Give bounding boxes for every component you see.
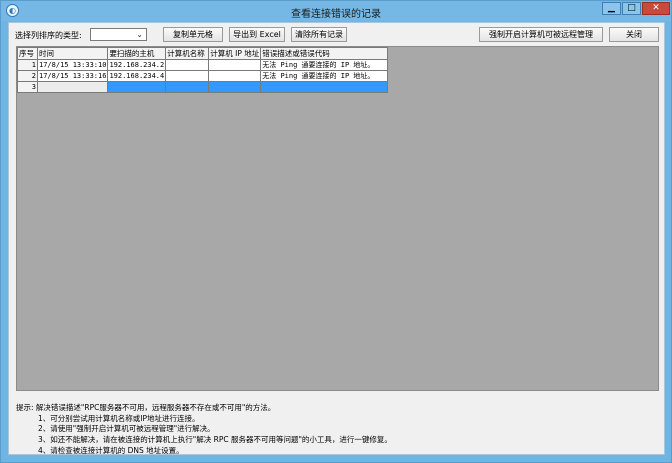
table-cell[interactable]: 17/8/15 13:33:10 <box>36 59 109 71</box>
table-header-row: 序号 时间 要扫描的主机 计算机名称 计算机 IP 地址 错误描述或错误代码 <box>17 47 389 60</box>
tip-item: 1、可分别尝试用计算机名称或IP地址进行连接。 <box>38 413 200 423</box>
chevron-down-icon: ⌄ <box>136 30 143 39</box>
table-row[interactable]: 1 17/8/15 13:33:10 192.168.234.2 无法 Ping… <box>17 59 389 71</box>
table-cell[interactable] <box>208 59 262 71</box>
table-cell[interactable] <box>36 81 109 93</box>
app-window: ◐ 查看连接错误的记录 ▁ □ ✕ 选择列排序的类型: ⌄ 复制单元格 导出到 … <box>0 0 672 463</box>
clear-all-button[interactable]: 清除所有记录 <box>291 27 347 42</box>
table-cell[interactable]: 192.168.234.2 <box>107 59 167 71</box>
tips-header: 提示: 解决错误描述"RPC服务器不可用，远程服务器不存在或不可用"的方法。 <box>16 403 276 412</box>
copy-cells-button[interactable]: 复制单元格 <box>163 27 223 42</box>
force-remote-button[interactable]: 强制开启计算机可被远程管理 <box>479 27 603 42</box>
table-cell[interactable]: 17/8/15 13:33:16 <box>36 70 109 82</box>
table-cell[interactable] <box>208 81 262 93</box>
table-cell[interactable] <box>165 59 210 71</box>
row-index[interactable]: 3 <box>17 81 38 93</box>
table-row[interactable]: 2 17/8/15 13:33:16 192.168.234.4 无法 Ping… <box>17 70 389 82</box>
table-cell[interactable] <box>208 70 262 82</box>
table-cell[interactable]: 192.168.234.4 <box>107 70 167 82</box>
row-index[interactable]: 1 <box>17 59 38 71</box>
row-index[interactable]: 2 <box>17 70 38 82</box>
table-cell[interactable] <box>165 70 210 82</box>
column-header[interactable]: 计算机 IP 地址 <box>208 47 262 60</box>
table-row-selected[interactable]: 3 <box>17 81 389 93</box>
column-header[interactable]: 计算机名称 <box>165 47 210 60</box>
column-header[interactable]: 时间 <box>36 47 109 60</box>
sort-type-select[interactable]: ⌄ <box>90 28 147 41</box>
close-button[interactable]: 关闭 <box>609 27 659 42</box>
column-header[interactable]: 要扫描的主机 <box>107 47 167 60</box>
table-cell[interactable]: 无法 Ping 通要连接的 IP 地址。 <box>260 70 389 82</box>
error-grid[interactable]: 序号 时间 要扫描的主机 计算机名称 计算机 IP 地址 错误描述或错误代码 1… <box>16 46 659 391</box>
column-header[interactable]: 序号 <box>17 47 38 60</box>
table-cell[interactable] <box>260 81 389 93</box>
close-window-icon[interactable]: ✕ <box>642 2 670 15</box>
window-title: 查看连接错误的记录 <box>291 9 381 20</box>
tip-item: 2、请使用"强制开启计算机可被远程管理"进行解决。 <box>38 424 215 434</box>
tip-item: 3、如还不能解决，请在被连接的计算机上执行"解决 RPC 服务器不可用等问题"的… <box>38 435 392 445</box>
minimize-icon[interactable]: ▁ <box>602 2 621 15</box>
maximize-icon[interactable]: □ <box>622 2 641 15</box>
export-excel-button[interactable]: 导出到 Excel <box>229 27 285 42</box>
tips-panel: 提示: 解决错误描述"RPC服务器不可用，远程服务器不存在或不可用"的方法。 1… <box>16 403 392 457</box>
table-cell[interactable] <box>165 81 210 93</box>
sort-label: 选择列排序的类型: <box>15 31 82 40</box>
table-cell[interactable]: 无法 Ping 通要连接的 IP 地址。 <box>260 59 389 71</box>
title-bar[interactable]: ◐ 查看连接错误的记录 ▁ □ ✕ <box>1 1 671 21</box>
client-area: 选择列排序的类型: ⌄ 复制单元格 导出到 Excel 清除所有记录 强制开启计… <box>8 22 665 455</box>
error-table: 序号 时间 要扫描的主机 计算机名称 计算机 IP 地址 错误描述或错误代码 1… <box>17 47 389 93</box>
tip-item: 4、请检查被连接计算机的 DNS 地址设置。 <box>38 445 184 455</box>
table-cell[interactable] <box>107 81 167 93</box>
column-header[interactable]: 错误描述或错误代码 <box>260 47 389 60</box>
